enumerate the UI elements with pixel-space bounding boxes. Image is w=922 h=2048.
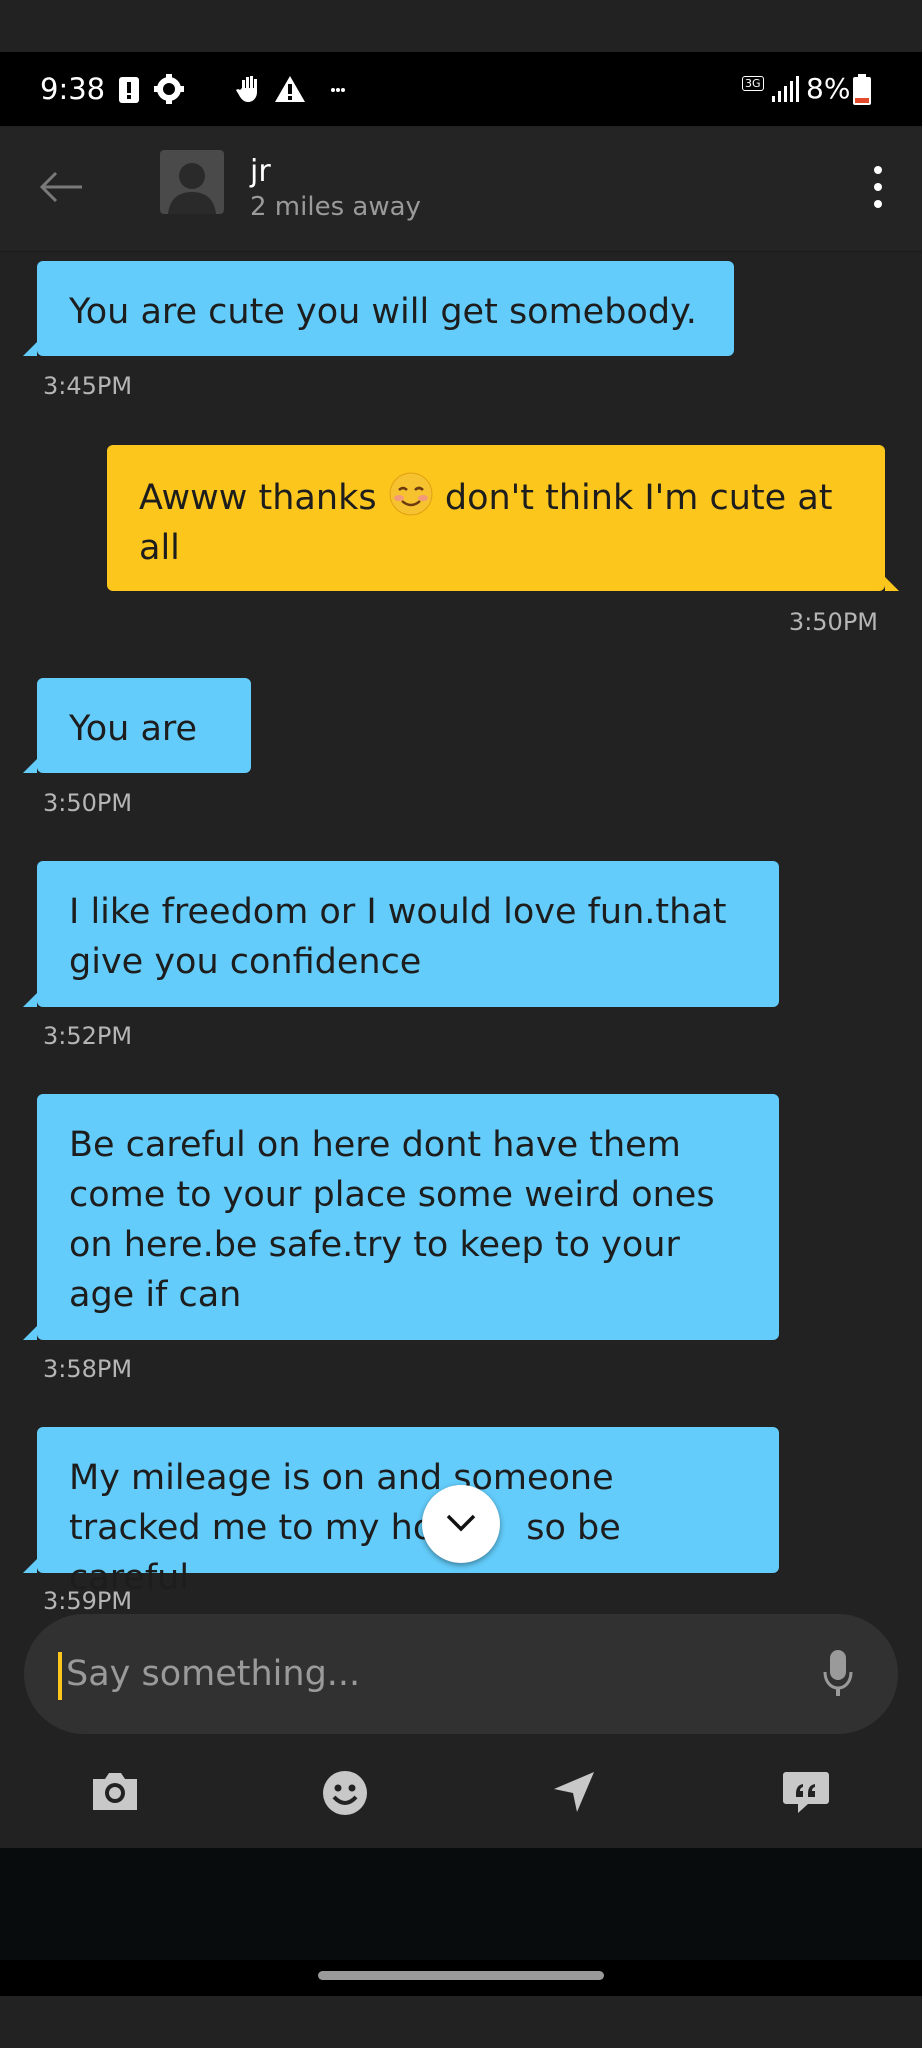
status-time: 9:38 [40,72,106,106]
more-options-icon[interactable] [870,166,886,216]
message-timestamp: 3:45PM [43,372,133,400]
chat-toolbar [0,1736,922,1848]
signal-icon [772,76,799,102]
navigation-area [0,1848,922,1960]
message-composer [24,1614,898,1734]
outgoing-message[interactable]: Awww thanks don't think I'm cute at all [107,445,899,591]
message-timestamp: 3:59PM [43,1587,133,1612]
message-text: I like freedom or I would love fun.that … [69,892,727,982]
gear-icon [154,74,184,104]
message-timestamp: 3:52PM [43,1022,133,1050]
smiling-face-icon [389,472,433,516]
message-timestamp: 3:50PM [43,789,133,817]
message-text: You are cute you will get somebody. [69,292,697,332]
incoming-message[interactable]: My mileage is on and someone tracked me … [23,1427,779,1598]
message-text: You are [69,709,198,749]
bottom-strip [0,1996,922,2048]
message-text: Be careful on here dont have them come t… [69,1125,715,1315]
location-icon[interactable] [552,1770,596,1814]
incoming-message[interactable]: I like freedom or I would love fun.that … [23,861,779,1007]
battery-percentage: 8% [806,72,851,105]
chevron-down-icon [446,1514,476,1532]
network-type-badge: 3G [742,76,764,91]
status-bar: 9:38 3G 8% [0,52,922,126]
message-text-line-2: tracked me to my ho so be careful [69,1508,621,1598]
top-strip [0,0,922,52]
battery-icon [853,74,871,105]
chat-header: jr 2 miles away [0,126,922,252]
home-indicator[interactable] [318,1971,604,1980]
microphone-icon[interactable] [822,1648,854,1698]
message-timestamp: 3:50PM [788,608,878,636]
camera-icon[interactable] [90,1770,140,1812]
incoming-message[interactable]: You are [23,678,251,773]
message-text: My mileage is on and someone [69,1458,614,1498]
scroll-to-bottom-button[interactable] [422,1485,500,1563]
text-cursor [58,1652,62,1700]
incoming-message[interactable]: Be careful on here dont have them come t… [23,1094,779,1340]
emoji-icon[interactable] [322,1770,368,1816]
incoming-message[interactable]: You are cute you will get somebody. [23,261,734,356]
back-arrow-icon[interactable] [38,170,84,204]
default-avatar-icon [168,163,216,214]
contact-distance: 2 miles away [250,192,421,222]
hand-icon [236,76,257,102]
message-list[interactable]: You are cute you will get somebody. 3:45… [0,252,922,1612]
contact-name[interactable]: jr [250,154,271,189]
message-text: Awww thanks [139,478,377,518]
warning-icon [275,76,305,102]
alert-badge-icon [119,77,139,103]
more-notifications-icon [331,88,345,92]
avatar[interactable] [160,150,224,214]
message-input[interactable] [56,1614,796,1734]
saved-phrases-icon[interactable] [782,1770,830,1814]
message-timestamp: 3:58PM [43,1355,133,1383]
